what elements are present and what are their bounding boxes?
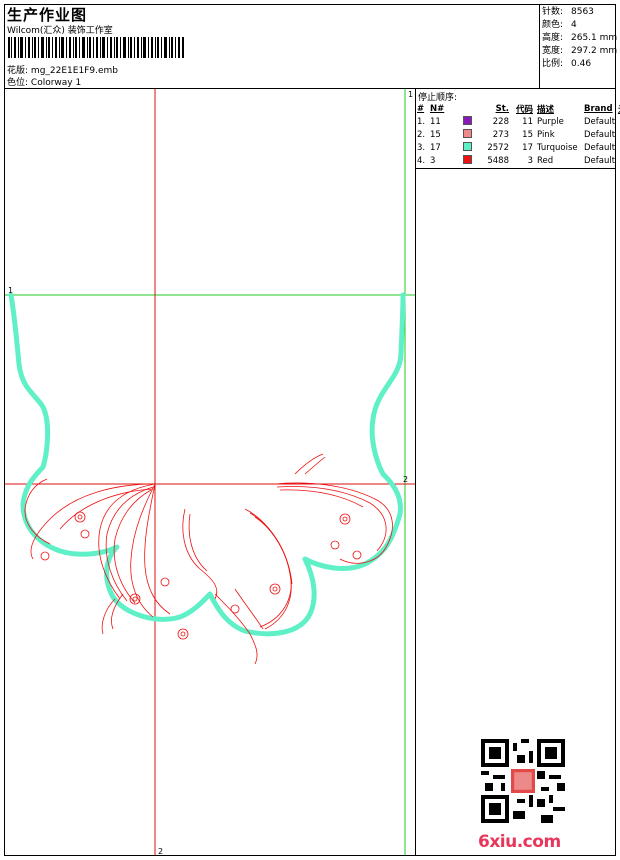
- table-header: # N# St. 代码 描述 Brand 元素: [417, 103, 620, 115]
- panel-divider: [415, 88, 416, 856]
- color-swatch: [463, 128, 472, 138]
- color-row: 3. 17 2572 17 Turquoise Default: [417, 141, 616, 153]
- color-swatch: [463, 115, 472, 125]
- colorway-label: 色位:: [7, 78, 29, 88]
- watermark-logo: 6xiu.com: [478, 832, 561, 852]
- stat-row: 针数: 8563: [542, 7, 594, 17]
- color-row: 1. 11 228 11 Purple Default: [417, 115, 616, 127]
- colorway-name: Colorway 1: [30, 78, 82, 88]
- color-swatch: [463, 154, 472, 164]
- turquoise-outline: [8, 292, 406, 637]
- table-divider: [415, 168, 616, 169]
- stat-row: 宽度: 297.2 mm: [542, 46, 618, 56]
- guide-label-h2: 2: [403, 475, 409, 484]
- page-title: 生产作业图: [7, 6, 88, 24]
- stat-row: 高度: 265.1 mm: [542, 33, 618, 43]
- stats-divider: [539, 4, 540, 88]
- company-name: Wilcom(汇众) 装饰工作室: [7, 26, 113, 36]
- guide-label-v2: 2: [158, 847, 164, 856]
- guide-label-h1: 1: [8, 286, 14, 295]
- red-stitch-design: [24, 453, 393, 665]
- color-swatch: [463, 141, 472, 151]
- color-sequence-table: # N# St. 代码 描述 Brand 元素 1.1122811PurpleD…: [417, 102, 620, 167]
- stat-row: 颜色: 4: [542, 20, 577, 30]
- guide-label-v1: 1: [408, 90, 414, 99]
- barcode: [8, 37, 184, 58]
- design-stats: 针数: 8563 颜色: 4 高度: 265.1 mm 宽度: 297.2 mm 比例:…: [542, 6, 617, 71]
- colorway-line: 色位: Colorway 1: [7, 75, 81, 88]
- color-row: 2. 15 273 15 Pink Default: [417, 128, 616, 140]
- embroidery-preview: [5, 89, 415, 855]
- qr-code: [481, 739, 565, 823]
- color-row: 4. 3 5488 3 Red Default: [417, 154, 616, 166]
- stat-row: 比例: 0.46: [542, 59, 592, 69]
